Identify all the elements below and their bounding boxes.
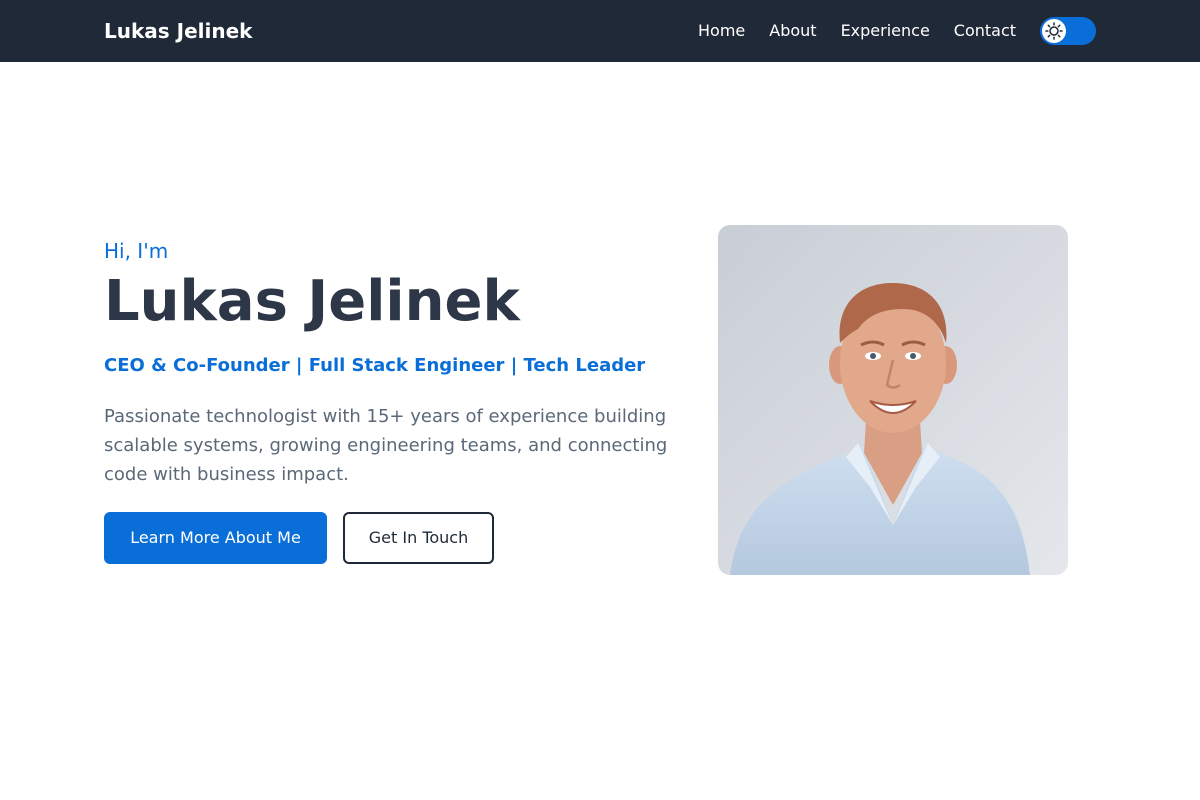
hero-subtitle: CEO & Co-Founder | Full Stack Engineer |… <box>104 355 646 376</box>
nav-links: Home About Experience Contact <box>698 20 1016 42</box>
navbar: Lukas Jelinek Home About Experience Cont… <box>0 0 1200 62</box>
nav-link-experience[interactable]: Experience <box>841 20 930 42</box>
nav-link-about[interactable]: About <box>769 20 816 42</box>
nav-link-home[interactable]: Home <box>698 20 745 42</box>
hero-greeting: Hi, I'm <box>104 239 169 263</box>
hero-name: Lukas Jelinek <box>104 269 520 334</box>
nav-link-contact[interactable]: Contact <box>954 20 1016 42</box>
hero-description: Passionate technologist with 15+ years o… <box>104 406 668 485</box>
learn-more-button[interactable]: Learn More About Me <box>104 512 327 564</box>
profile-photo <box>718 225 1068 575</box>
theme-toggle[interactable] <box>1040 17 1096 45</box>
sun-icon <box>1045 22 1063 40</box>
toggle-knob <box>1042 19 1066 43</box>
get-in-touch-button[interactable]: Get In Touch <box>343 512 494 564</box>
brand-logo-text[interactable]: Lukas Jelinek <box>104 18 252 44</box>
hero-intro: Hi, I'm Lukas Jelinek CEO & Co-Founder |… <box>104 238 684 489</box>
